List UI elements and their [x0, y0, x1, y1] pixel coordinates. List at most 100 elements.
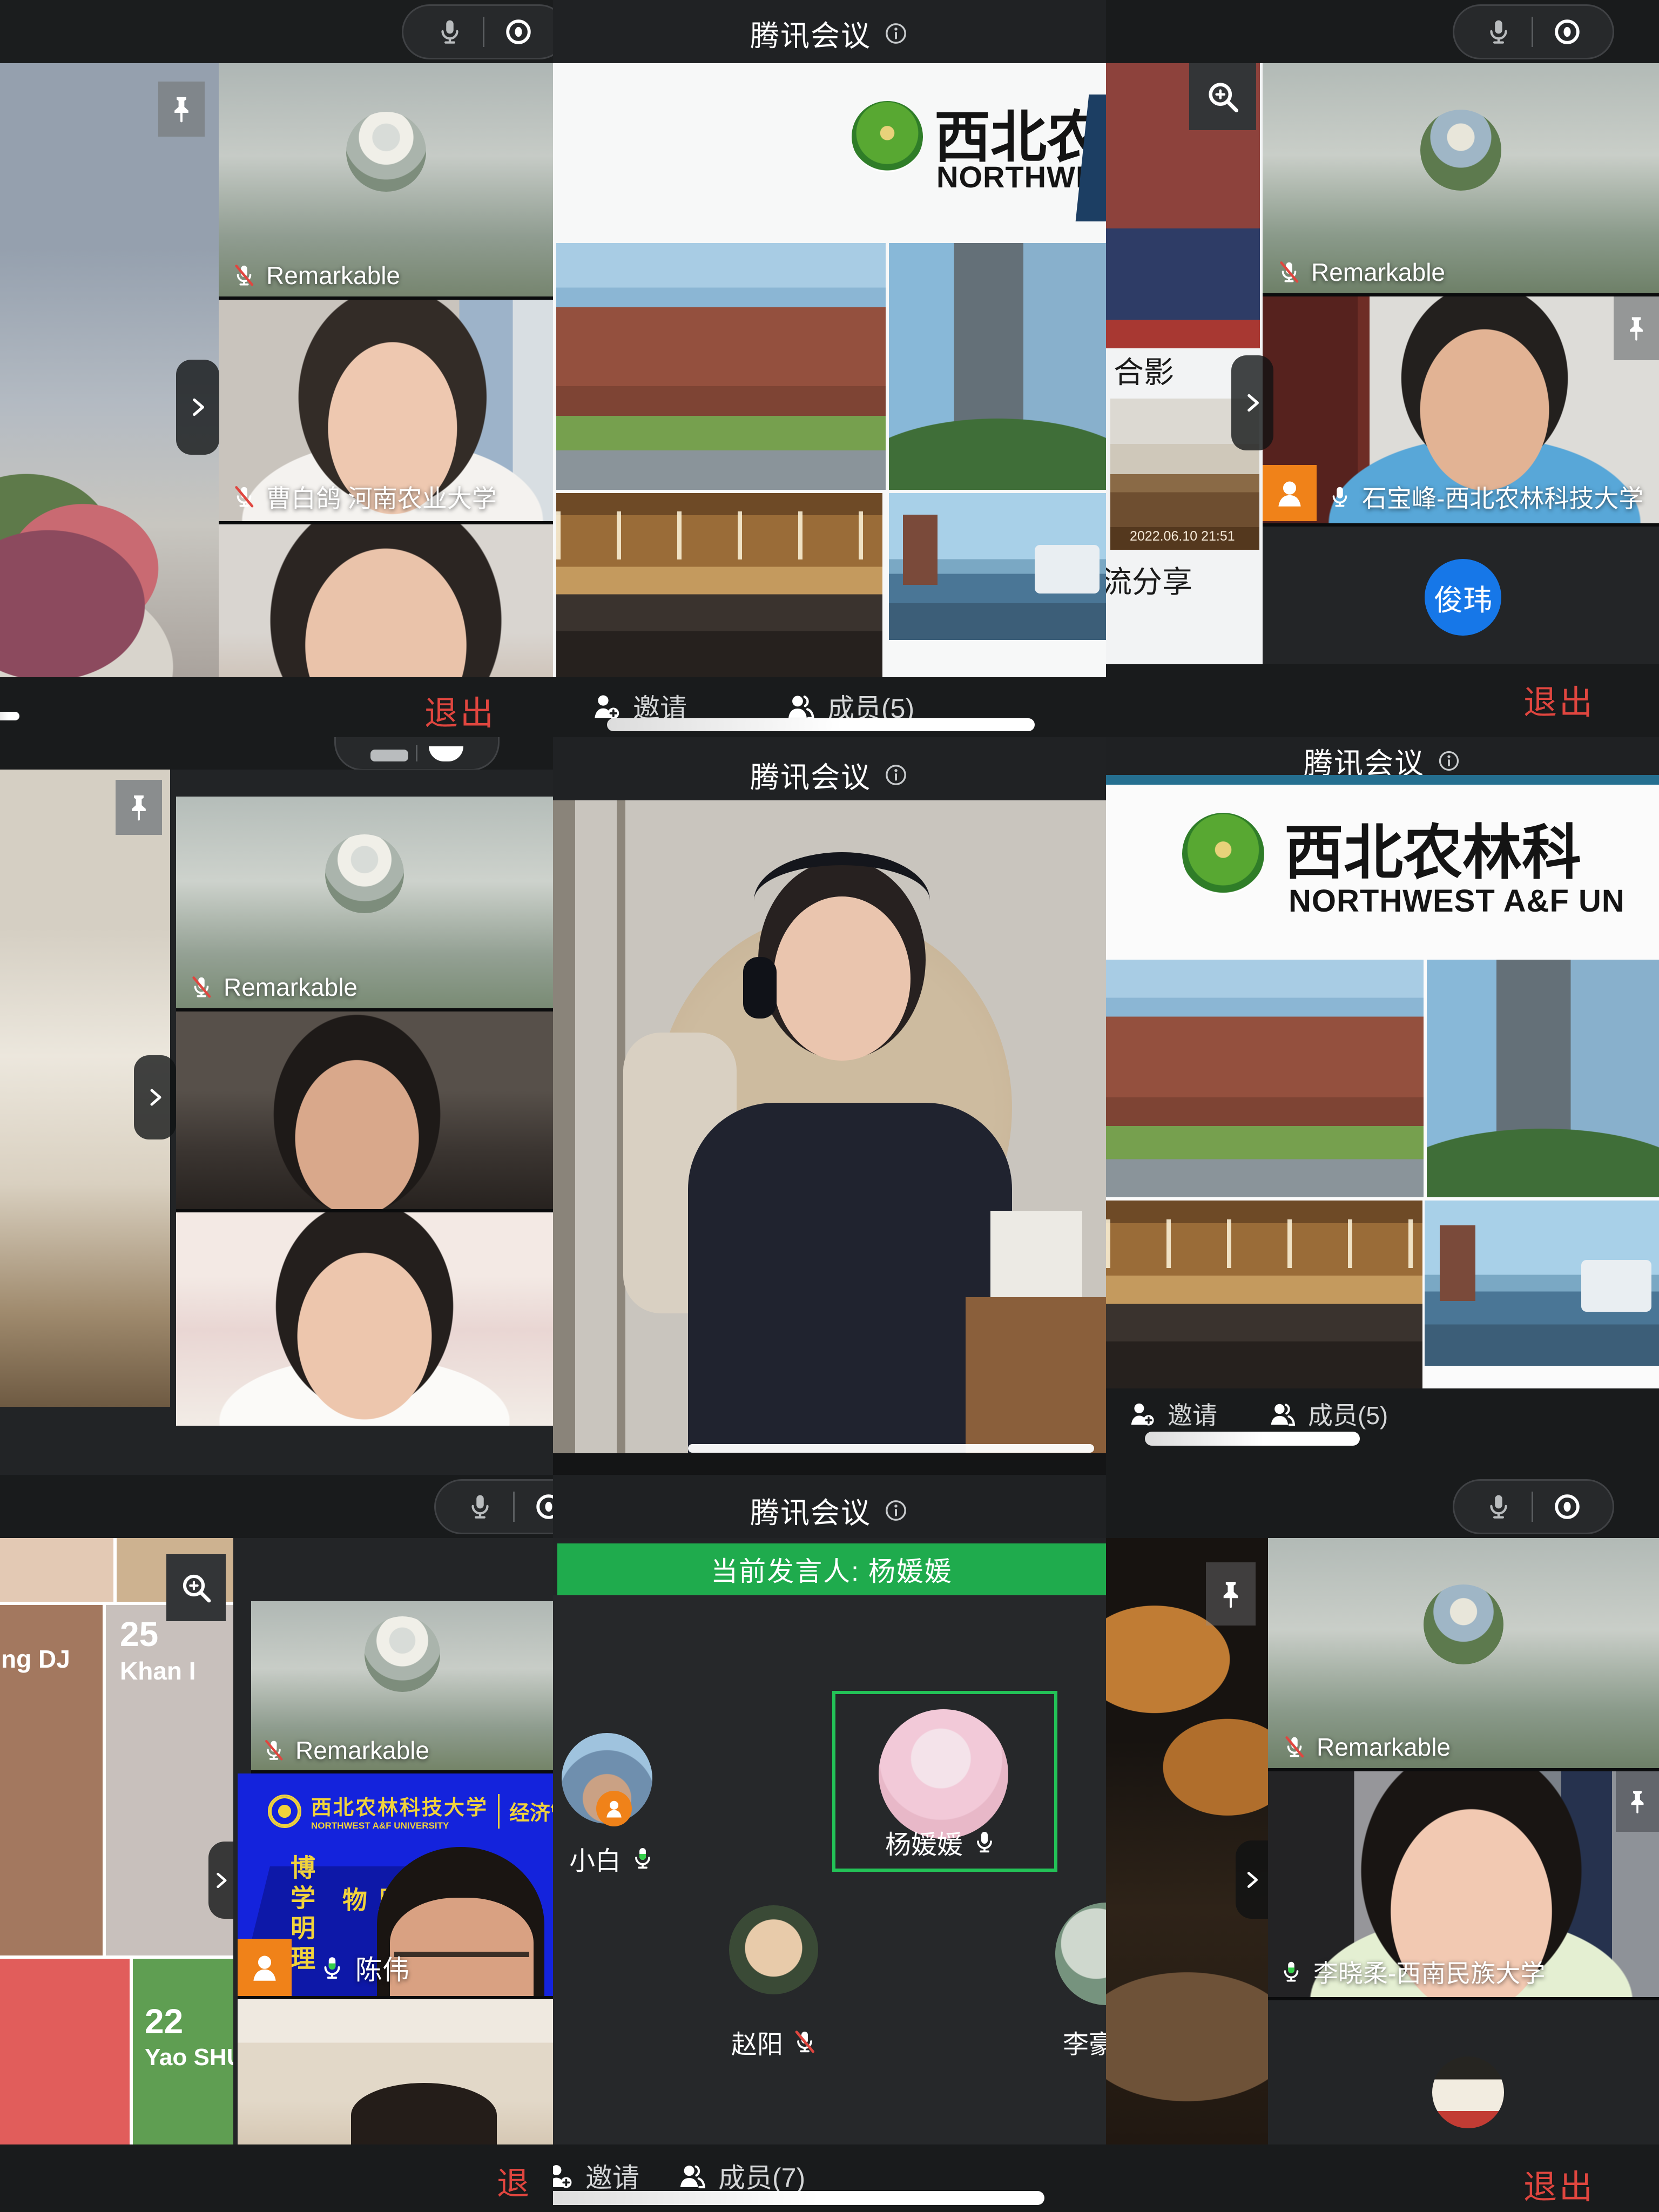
avatar [1424, 1584, 1503, 1664]
record-icon[interactable] [429, 746, 463, 761]
expand-panel-button[interactable] [1231, 355, 1273, 450]
info-icon[interactable] [883, 1498, 909, 1523]
expand-panel-button[interactable] [176, 360, 219, 455]
avatar-cartoon[interactable] [1432, 2056, 1504, 2128]
pin-icon[interactable] [158, 82, 205, 137]
video-tile-remarkable[interactable]: Remarkable [1268, 1538, 1659, 1771]
invite-label: 邀请 [1168, 1396, 1217, 1432]
pin-icon[interactable] [1614, 296, 1659, 360]
video-tile-participant[interactable] [176, 1011, 553, 1212]
participant-name-label: 石宝峰-西北农林科技大学 [1327, 479, 1643, 515]
avatar-junwei[interactable]: 俊玮 [1425, 559, 1501, 636]
title-bar: 腾讯会议 [553, 0, 1106, 63]
video-tile-participant[interactable] [176, 1212, 553, 1426]
participant-name: Remarkable [295, 1736, 429, 1765]
invite-button[interactable]: 邀请 [1128, 1396, 1217, 1432]
participant-name-label: Remarkable [189, 973, 358, 1002]
thumbnail-column: Remarkable 曹白鸽 河南农业大学 [219, 63, 553, 679]
shared-treemap-chart[interactable]: ng DJ 25 Khan I 22 Yao SHUNBO [0, 1538, 233, 2144]
status-bar [1106, 0, 1659, 63]
pin-icon[interactable] [116, 780, 162, 835]
video-tile-participant[interactable] [238, 1999, 553, 2144]
slide-college-name: 经济管理学院 [509, 1796, 553, 1826]
info-icon[interactable] [883, 21, 909, 46]
treemap-block [0, 1538, 113, 1602]
video-tile-lixiaorou[interactable]: 李晓柔-西南民族大学 [1268, 1771, 1659, 2000]
bottom-bar: 退出 [1106, 2144, 1659, 2212]
slide-logo-row: 西北农林科技大学 NORTHWEST A&F UNIVERSITY 经济管理学院 [268, 1791, 553, 1831]
record-icon[interactable] [1552, 1491, 1583, 1522]
avatar-yangyuanyuan [879, 1709, 1008, 1839]
expand-panel-button[interactable] [1236, 1840, 1268, 1919]
exit-button[interactable]: 退出 [1523, 675, 1595, 724]
mic-active-icon [630, 1845, 656, 1871]
progress-bar[interactable] [607, 718, 1035, 731]
progress-bar[interactable] [688, 1444, 1094, 1453]
participant-name: Remarkable [1317, 1732, 1451, 1762]
members-label: 成员(7) [718, 2156, 805, 2195]
treemap-label: Khan I [120, 1657, 196, 1685]
meeting-screen-top-right: 合影 2022.06.10 21:51 流分享 Remarkable [1106, 0, 1659, 737]
mic-record-pill [434, 1479, 553, 1534]
speaker-video[interactable] [553, 800, 1106, 1453]
mic-muted-icon [1282, 1735, 1307, 1759]
info-icon[interactable] [1437, 748, 1461, 773]
chevron-right-icon [184, 394, 211, 421]
chevron-right-icon [209, 1869, 233, 1892]
thumbnail-column: Remarkable 石宝峰-西北农林科技大学 俊玮 [1263, 63, 1659, 664]
info-icon[interactable] [883, 762, 909, 788]
progress-bar[interactable] [1145, 1432, 1360, 1446]
exit-button[interactable]: 退出 [497, 2157, 553, 2212]
participant-name: Remarkable [266, 261, 400, 290]
shared-screen[interactable]: 西北农林科 NORTHWEST A&F [553, 63, 1106, 677]
progress-bar[interactable] [553, 2191, 1044, 2205]
video-tile-remarkable[interactable]: Remarkable [1263, 63, 1659, 296]
members-button[interactable]: 成员(7) [677, 2156, 805, 2195]
avatar-lihao[interactable] [1055, 1903, 1106, 2005]
members-button[interactable]: 成员(5) [1268, 1396, 1388, 1432]
participant-name-label: Remarkable [232, 261, 400, 290]
mic-muted-icon [262, 1738, 286, 1762]
exit-button[interactable]: 退出 [424, 686, 496, 734]
microphone-icon[interactable] [466, 1492, 495, 1521]
current-speaker-banner: 当前发言人: 杨媛媛 [557, 1543, 1106, 1595]
video-tile-remarkable[interactable]: Remarkable [251, 1601, 553, 1773]
mic-record-pill-clipped [334, 737, 500, 771]
participant-name-label: Remarkable [1282, 1732, 1451, 1762]
pin-icon[interactable] [1616, 1771, 1659, 1832]
pin-icon[interactable] [1206, 1562, 1256, 1626]
meeting-screen-mid-right: 腾讯会议 西北农林科 NORTHWEST A&F UN 邀请 [1106, 737, 1659, 1475]
treemap-block-ng-dj: ng DJ [0, 1605, 103, 1955]
microphone-icon[interactable] [1484, 1492, 1513, 1521]
record-icon[interactable] [503, 16, 534, 48]
slide-university-name-cn: 西北农林科技大学 [311, 1791, 488, 1820]
meeting-screen-bottom-left: ng DJ 25 Khan I 22 Yao SHUNBO Remark [0, 1475, 553, 2212]
zoom-button[interactable] [1189, 63, 1256, 130]
record-icon[interactable] [1552, 16, 1583, 48]
shared-screen[interactable]: 西北农林科 NORTHWEST A&F UN [1106, 785, 1659, 1388]
invite-button[interactable]: 邀请 [553, 2156, 639, 2195]
thumbnail-column: Remarkable [170, 770, 553, 1426]
participant-name-label: 曹白鸽 河南农业大学 [232, 479, 497, 515]
zoom-button[interactable] [166, 1554, 226, 1621]
video-tile-remarkable[interactable]: Remarkable [176, 797, 553, 1011]
video-tile-chenwei[interactable]: 西北农林科技大学 NORTHWEST A&F UNIVERSITY 经济管理学院… [238, 1773, 553, 1999]
mic-icon [1327, 484, 1352, 509]
campus-photo-tower [1427, 960, 1659, 1197]
microphone-icon[interactable] [370, 750, 408, 761]
thumbnail-column: Remarkable 李晓柔-西南民族大学 [1268, 1538, 1659, 2144]
expand-panel-button[interactable] [134, 1055, 176, 1139]
video-tile-caobaige[interactable]: 曹白鸽 河南农业大学 [219, 300, 553, 524]
expand-panel-button[interactable] [208, 1842, 233, 1919]
video-tile-participant[interactable] [219, 524, 553, 679]
active-speaker-box[interactable]: 杨媛媛 [832, 1691, 1057, 1872]
video-tile-remarkable[interactable]: Remarkable [219, 63, 553, 300]
people-icon [785, 691, 817, 722]
microphone-icon[interactable] [435, 17, 464, 46]
avatar-zhaoyang[interactable] [729, 1905, 818, 1994]
microphone-icon[interactable] [1484, 17, 1513, 46]
video-tile-shibaofeng[interactable]: 石宝峰-西北农林科技大学 [1263, 296, 1659, 527]
participant-name: 石宝峰-西北农林科技大学 [1362, 479, 1643, 515]
exit-button[interactable]: 退出 [1523, 2160, 1595, 2208]
record-icon[interactable] [533, 1491, 553, 1522]
